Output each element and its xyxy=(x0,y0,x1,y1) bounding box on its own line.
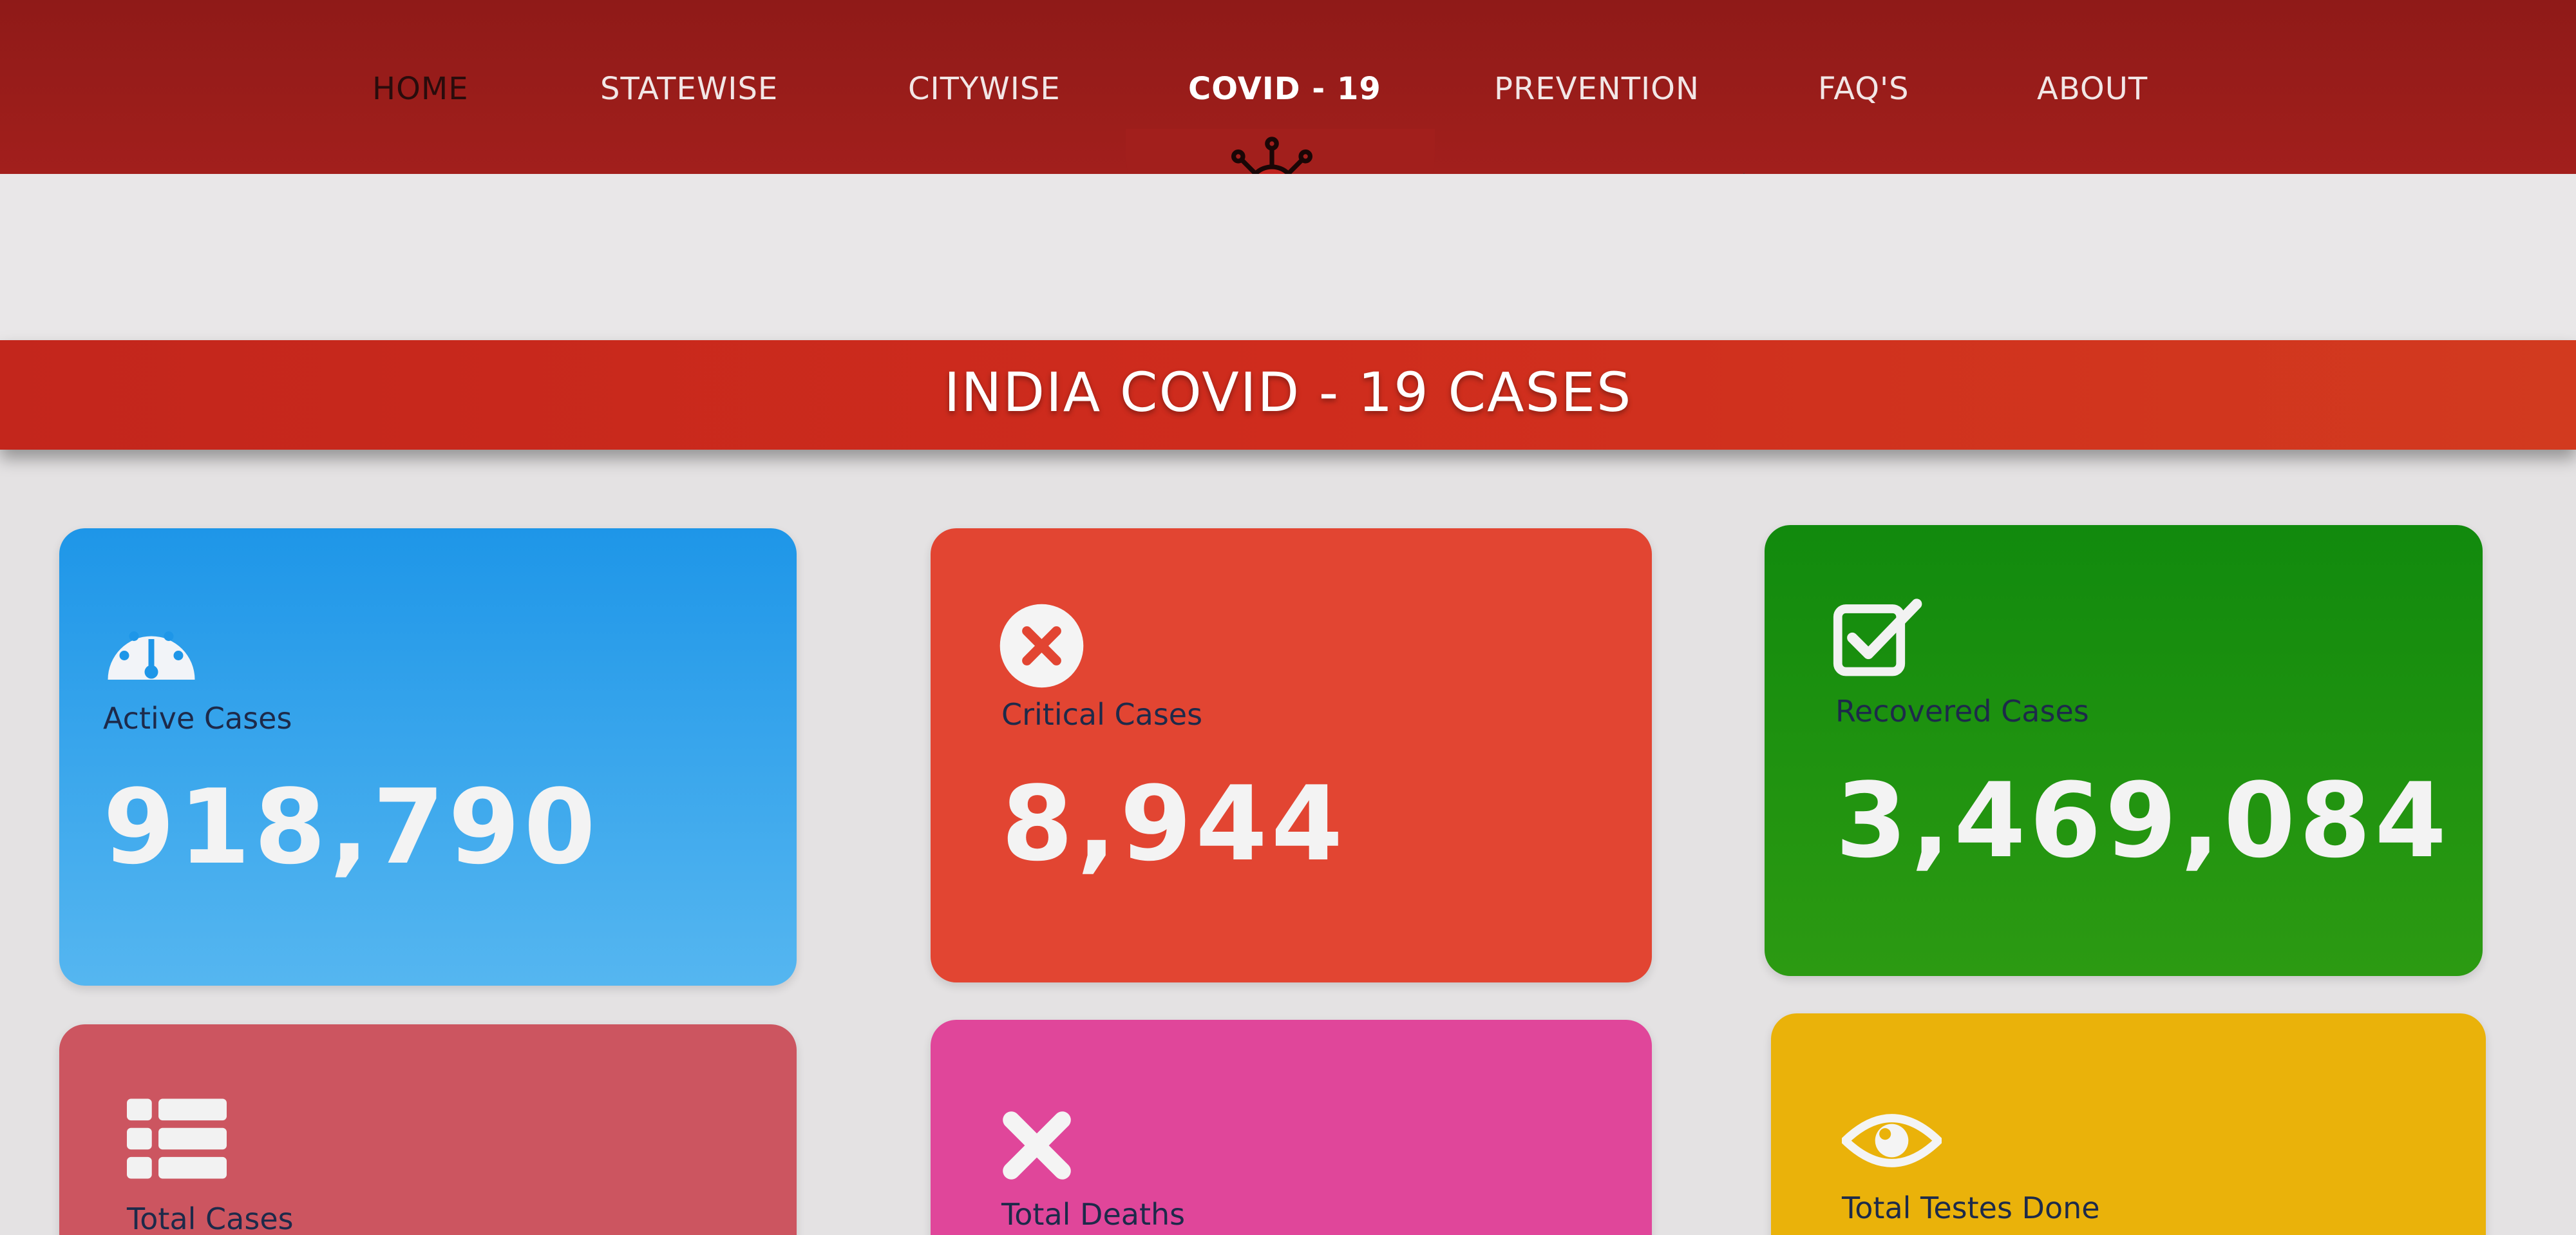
list-icon xyxy=(127,1098,227,1179)
page-title: INDIA COVID - 19 CASES xyxy=(943,361,1633,424)
checkbox-icon xyxy=(1833,598,1922,676)
active-cases-label: Active Cases xyxy=(103,701,292,736)
page-background-band xyxy=(0,174,2576,341)
active-cases-value: 918,790 xyxy=(103,767,600,887)
nav-item-faqs[interactable]: FAQ'S xyxy=(1818,71,1909,116)
total-tests-card: Total Testes Done xyxy=(1771,1013,2486,1235)
total-cases-card: Total Cases xyxy=(59,1024,797,1235)
nav-item-about[interactable]: ABOUT xyxy=(2037,71,2148,116)
critical-cases-label: Critical Cases xyxy=(1001,697,1203,732)
recovered-cases-card: Recovered Cases 3,469,084 xyxy=(1765,525,2483,976)
critical-cases-card: Critical Cases 8,944 xyxy=(931,528,1652,982)
nav-item-statewise[interactable]: STATEWISE xyxy=(600,71,778,116)
recovered-cases-label: Recovered Cases xyxy=(1835,694,2089,729)
nav-item-home[interactable]: HOME xyxy=(372,71,469,116)
total-deaths-label: Total Deaths xyxy=(1001,1197,1186,1232)
speedometer-icon xyxy=(108,631,195,680)
total-deaths-card: Total Deaths xyxy=(931,1020,1652,1235)
x-icon xyxy=(1003,1111,1071,1180)
total-tests-label: Total Testes Done xyxy=(1842,1191,2100,1225)
active-cases-card: Active Cases 918,790 xyxy=(59,528,797,986)
critical-cases-value: 8,944 xyxy=(1001,763,1347,884)
nav-item-covid-19[interactable]: COVID - 19 xyxy=(1188,71,1381,116)
total-cases-label: Total Cases xyxy=(127,1201,294,1235)
nav-item-prevention[interactable]: PREVENTION xyxy=(1494,71,1700,116)
eye-icon xyxy=(1842,1114,1942,1167)
nav-item-citywise[interactable]: CITYWISE xyxy=(908,71,1061,116)
close-circle-icon xyxy=(999,604,1084,688)
recovered-cases-value: 3,469,084 xyxy=(1835,760,2450,881)
